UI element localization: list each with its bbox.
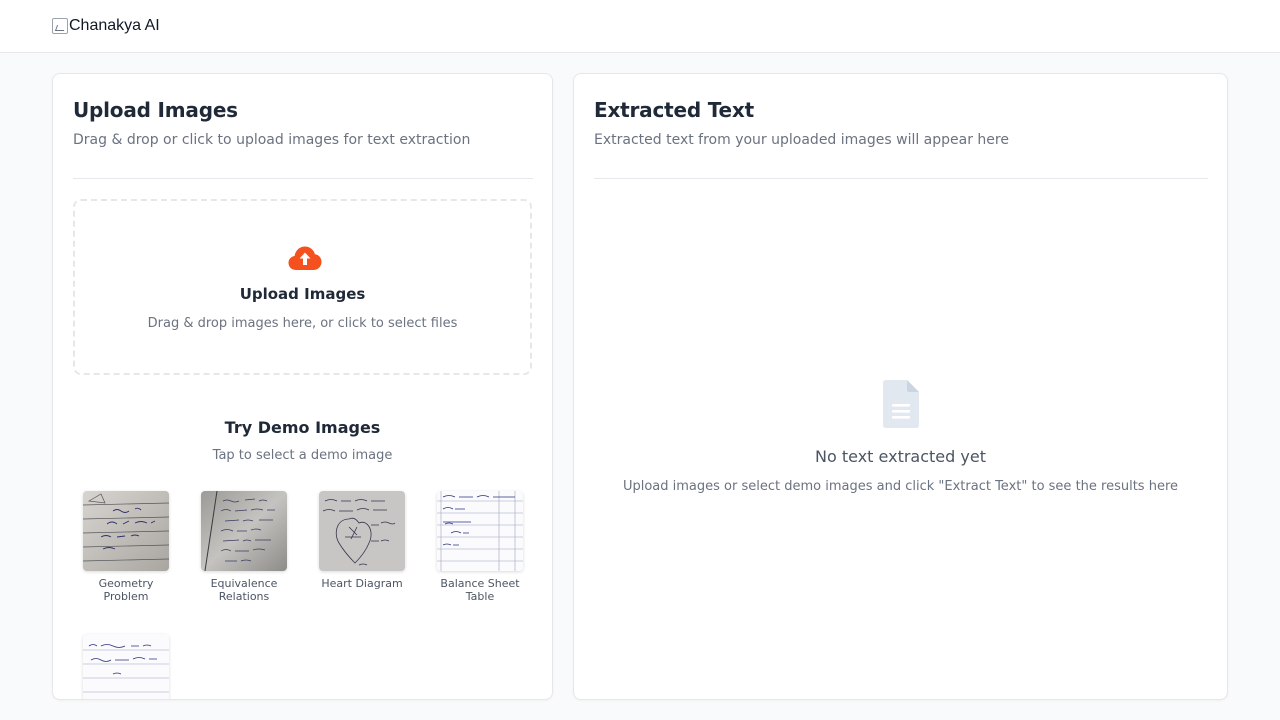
demo-thumbnail [83, 634, 169, 699]
dropzone-title: Upload Images [239, 285, 366, 303]
demo-image-heart-diagram[interactable]: Heart Diagram [312, 491, 412, 590]
dropzone-subtitle: Drag & drop images here, or click to sel… [147, 316, 458, 331]
upload-panel-subtitle: Drag & drop or click to upload images fo… [73, 132, 471, 148]
demo-thumbnail [437, 491, 523, 571]
demo-thumbnail [201, 491, 287, 571]
demo-section-subtitle: Tap to select a demo image [212, 448, 393, 463]
demo-image-geometry-problem[interactable]: Geometry Problem [76, 491, 176, 603]
demo-thumbnail [319, 491, 405, 571]
logo[interactable]: Chanakya AI [52, 16, 160, 36]
demo-image-equivalence-relations[interactable]: Equivalence Relations [194, 491, 294, 603]
demo-image-balance-sheet-table[interactable]: Balance Sheet Table [430, 491, 530, 603]
empty-state-subtitle: Upload images or select demo images and … [622, 479, 1179, 494]
result-panel-title: Extracted Text [594, 98, 754, 122]
broken-image-icon [52, 18, 68, 34]
demo-label: Geometry Problem [98, 577, 154, 603]
cloud-upload-icon [288, 246, 322, 270]
logo-alt-text: Chanakya AI [69, 17, 160, 34]
upload-panel-title: Upload Images [73, 98, 238, 122]
top-navbar: Chanakya AI [0, 0, 1280, 53]
upload-panel: Upload Images Drag & drop or click to up… [52, 73, 553, 700]
upload-dropzone[interactable]: Upload Images Drag & drop images here, o… [73, 199, 532, 375]
demo-label: Balance Sheet Table [440, 577, 520, 603]
empty-state-title: No text extracted yet [815, 447, 986, 466]
demo-label: Equivalence Relations [210, 577, 278, 603]
result-panel: Extracted Text Extracted text from your … [573, 73, 1228, 700]
demo-thumbnail [83, 491, 169, 571]
demo-image-handwritten-note[interactable] [76, 634, 176, 699]
demo-section-title: Try Demo Images [224, 418, 381, 437]
demo-label: Heart Diagram [321, 577, 403, 590]
divider [594, 178, 1208, 179]
document-icon [883, 380, 919, 428]
divider [73, 178, 533, 179]
result-panel-subtitle: Extracted text from your uploaded images… [594, 132, 1009, 148]
